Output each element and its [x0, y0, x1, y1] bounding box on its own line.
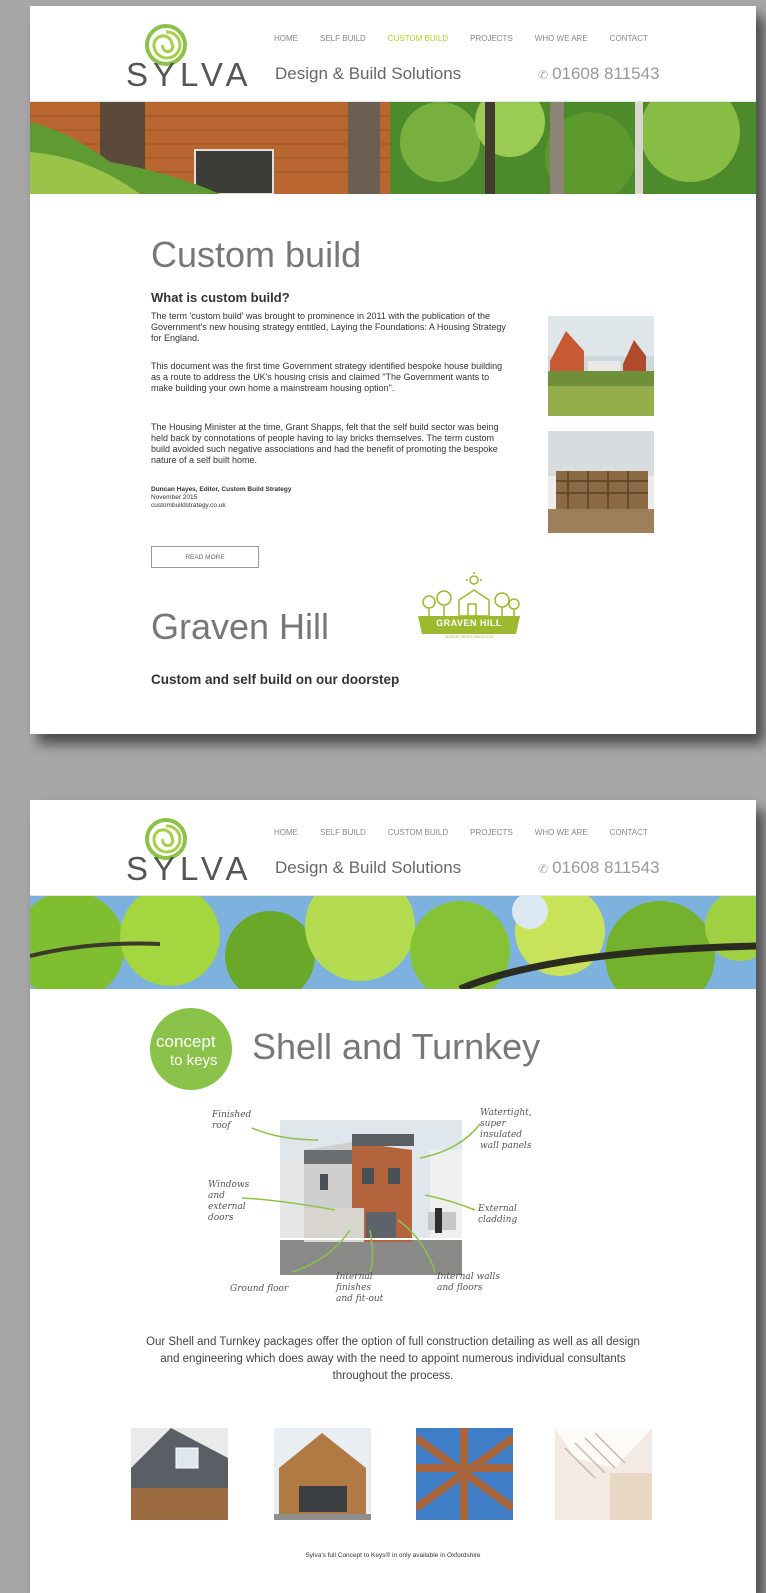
page-custom-build: SYLVA HOME SELF BUILD CUSTOM BUILD PROJE…	[30, 6, 756, 734]
label-ground-floor: Ground floor	[230, 1284, 289, 1294]
timber-frame-image	[548, 431, 654, 533]
phone-icon: ✆	[538, 68, 549, 82]
badge-line2: to keys	[170, 1052, 218, 1069]
phone-text: 01608 811543	[552, 858, 660, 877]
read-more-button[interactable]: READ MORE	[151, 546, 259, 568]
houses-meadow-image	[548, 316, 654, 416]
section-subtitle: What is custom build?	[151, 290, 290, 305]
concept-to-keys-badge: concept to keys	[150, 1008, 232, 1090]
main-nav: HOME SELF BUILD CUSTOM BUILD PROJECTS WH…	[274, 34, 648, 43]
graven-hill-logo[interactable]: GRAVEN HILL DESIGN CREATE BUILD LIVE	[414, 572, 524, 642]
interior-stairs-image	[555, 1428, 652, 1520]
section2-title: Graven Hill	[151, 606, 330, 647]
timber-house-image	[30, 102, 756, 194]
label-internal-finishes: Internal finishes and fit-out	[336, 1272, 384, 1304]
label-watertight-panels: Watertight, super insulated wall panels	[480, 1108, 532, 1151]
nav-home[interactable]: HOME	[274, 828, 298, 837]
thumbnail-interior-stairs	[555, 1428, 652, 1520]
annotation-arrows	[241, 1123, 481, 1273]
author-credit: Duncan Hayes, Editor, Custom Build Strat…	[151, 486, 292, 510]
page-shell-and-turnkey: SYLVA HOME SELF BUILD CUSTOM BUILD PROJE…	[30, 800, 756, 1593]
availability-footnote: Sylva's full Concept to Keys® in only av…	[305, 1552, 481, 1559]
tagline: Design & Build Solutions	[275, 858, 462, 877]
publish-date: November 2015	[151, 494, 198, 501]
label-finished-roof: Finished roof	[212, 1110, 252, 1131]
roof-beams-image	[416, 1428, 513, 1520]
graven-hill-logo-strapline: DESIGN CREATE BUILD LIVE	[444, 635, 494, 639]
nav-projects[interactable]: PROJECTS	[470, 828, 513, 837]
sylva-logo[interactable]: SYLVA	[126, 24, 266, 94]
tagline: Design & Build Solutions	[275, 64, 462, 83]
sylva-logo[interactable]: SYLVA	[126, 818, 266, 888]
nav-self-build[interactable]: SELF BUILD	[320, 34, 366, 43]
paragraph-2: This document was the first time Governm…	[151, 361, 503, 393]
page-title: Custom build	[151, 234, 362, 275]
thumbnail-slate-roof	[131, 1428, 228, 1520]
nav-contact[interactable]: CONTACT	[610, 34, 648, 43]
nav-projects[interactable]: PROJECTS	[470, 34, 513, 43]
shell-turnkey-description: Our Shell and Turnkey packages offer the…	[146, 1336, 640, 1382]
thumbnail-timber-house	[274, 1428, 371, 1520]
label-internal-walls: Internal walls and floors	[437, 1272, 500, 1293]
section2-subtitle: Custom and self build on our doorstep	[151, 672, 400, 687]
logo-wordmark: SYLVA	[126, 56, 253, 93]
nav-who-we-are[interactable]: WHO WE ARE	[535, 34, 588, 43]
tree-canopy-image	[30, 896, 756, 989]
paragraph-3: The Housing Minister at the time, Grant …	[151, 422, 499, 465]
slate-roof-image	[131, 1428, 228, 1520]
main-nav: HOME SELF BUILD CUSTOM BUILD PROJECTS WH…	[274, 828, 648, 837]
phone-number[interactable]: ✆ 01608 811543	[538, 64, 660, 84]
site-header: SYLVA HOME SELF BUILD CUSTOM BUILD PROJE…	[30, 6, 756, 102]
phone-number[interactable]: ✆ 01608 811543	[538, 858, 660, 878]
page-title: Shell and Turnkey	[252, 1026, 541, 1067]
timber-house-thumb-image	[274, 1428, 371, 1520]
author-website[interactable]: custombuildstrategy.co.uk	[151, 502, 226, 509]
graven-hill-logo-graphic	[418, 572, 520, 634]
logo-wordmark: SYLVA	[126, 850, 253, 887]
nav-self-build[interactable]: SELF BUILD	[320, 828, 366, 837]
nav-who-we-are[interactable]: WHO WE ARE	[535, 828, 588, 837]
phone-text: 01608 811543	[552, 64, 660, 83]
label-windows-doors: Windows and external doors	[208, 1180, 250, 1223]
thumbnail-roof-beams	[416, 1428, 513, 1520]
thumbnail-timber-frame	[548, 431, 654, 533]
site-header: SYLVA HOME SELF BUILD CUSTOM BUILD PROJE…	[30, 800, 756, 896]
phone-icon: ✆	[538, 862, 549, 876]
hero-banner-timber-house	[30, 102, 756, 194]
nav-home[interactable]: HOME	[274, 34, 298, 43]
hero-banner-tree-canopy	[30, 896, 756, 989]
badge-line1: concept	[156, 1032, 216, 1051]
paragraph-1: The term 'custom build' was brought to p…	[151, 311, 506, 343]
graven-hill-logo-text: GRAVEN HILL	[436, 618, 502, 628]
nav-custom-build[interactable]: CUSTOM BUILD	[388, 34, 448, 43]
thumbnail-houses-meadow	[548, 316, 654, 416]
author-name: Duncan Hayes, Editor, Custom Build Strat…	[151, 486, 292, 493]
nav-custom-build[interactable]: CUSTOM BUILD	[388, 828, 448, 837]
nav-contact[interactable]: CONTACT	[610, 828, 648, 837]
label-external-cladding: External cladding	[478, 1204, 518, 1225]
